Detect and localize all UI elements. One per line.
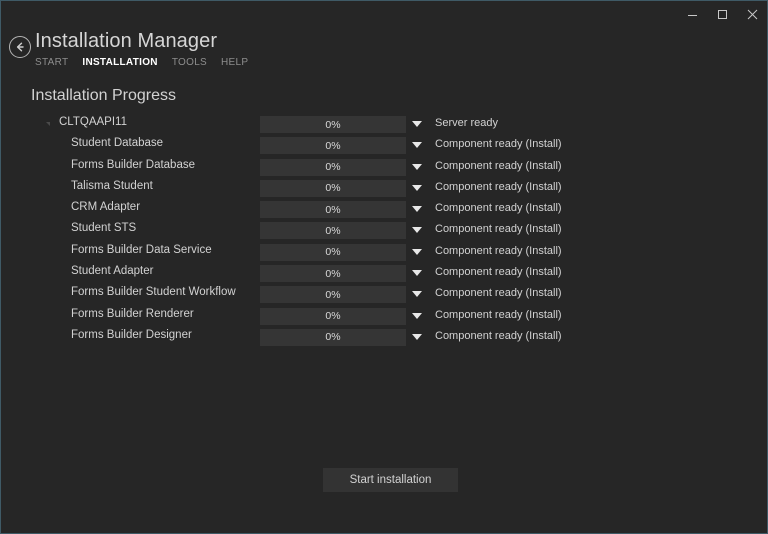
installation-row: Forms Builder Data Service 0% Component re…: [1, 242, 767, 263]
progress-bar: 0%: [260, 137, 406, 155]
row-status: Component ready (Install): [435, 308, 562, 321]
maximize-button[interactable]: [707, 1, 737, 27]
row-status: Component ready (Install): [435, 266, 562, 279]
row-label: Student Database: [71, 137, 164, 150]
row-status: Component ready (Install): [435, 223, 562, 236]
chevron-down-icon[interactable]: [412, 333, 422, 340]
nav-tabs: START INSTALLATION TOOLS HELP: [35, 57, 248, 68]
progress-bar-text: 0%: [325, 224, 341, 237]
chevron-down-icon[interactable]: [412, 312, 422, 319]
progress-bar: 0%: [260, 328, 406, 346]
back-arrow-icon: [16, 42, 24, 52]
installation-row: Forms Builder Student Workflow 0% Componen…: [1, 284, 767, 305]
progress-bar-text: 0%: [325, 246, 341, 259]
row-label: Forms Builder Student Workflow: [71, 286, 236, 299]
row-status: Component ready (Install): [435, 180, 562, 193]
progress-bar: 0%: [260, 265, 406, 283]
tab-installation[interactable]: INSTALLATION: [82, 57, 157, 68]
progress-bar-text: 0%: [325, 161, 341, 174]
back-button[interactable]: [9, 36, 31, 58]
installation-progress-list: CLTQAAPI11 0% Server ready Student Database…: [1, 114, 767, 348]
row-status: Component ready (Install): [435, 159, 562, 172]
progress-bar: 0%: [260, 243, 406, 261]
row-label: Forms Builder Data Service: [71, 243, 212, 256]
progress-bar-text: 0%: [325, 310, 341, 323]
close-icon: [747, 9, 757, 19]
row-status: Server ready: [435, 117, 498, 129]
installation-row: Forms Builder Designer 0% Component ready …: [1, 327, 767, 348]
expander-icon[interactable]: [46, 122, 50, 126]
maximize-icon: [717, 9, 727, 19]
section-title: Installation Progress: [31, 87, 176, 104]
row-label: Forms Builder Designer: [71, 328, 192, 341]
row-status: Component ready (Install): [435, 329, 562, 342]
row-label: CLTQAAPI11: [59, 116, 127, 128]
row-status: Component ready (Install): [435, 244, 562, 257]
row-status: Component ready (Install): [435, 287, 562, 300]
start-installation-button[interactable]: Start installation: [323, 468, 458, 492]
chevron-down-icon[interactable]: [412, 270, 422, 277]
chevron-down-icon[interactable]: [412, 142, 422, 149]
installation-manager-window: Installation Manager START INSTALLATION TO…: [0, 0, 768, 534]
title-bar: [1, 1, 767, 27]
chevron-down-icon[interactable]: [412, 163, 422, 170]
progress-bar: 0%: [260, 286, 406, 304]
page-title: Installation Manager: [35, 30, 218, 52]
row-label: Talisma Student: [71, 179, 153, 192]
row-label: Forms Builder Database: [71, 158, 195, 171]
progress-bar: 0%: [260, 222, 406, 240]
progress-bar: 0%: [260, 179, 406, 197]
installation-row: CLTQAAPI11 0% Server ready: [1, 114, 767, 135]
installation-row: Forms Builder Database 0% Component ready …: [1, 157, 767, 178]
progress-bar-text: 0%: [325, 139, 341, 152]
row-label: Forms Builder Renderer: [71, 307, 194, 320]
app-header: Installation Manager START INSTALLATION TO…: [1, 27, 767, 79]
progress-bar-text: 0%: [325, 267, 341, 280]
minimize-icon: [687, 14, 697, 16]
row-label: Student STS: [71, 222, 137, 235]
progress-bar-text: 0%: [325, 331, 341, 344]
progress-bar: 0%: [260, 201, 406, 219]
row-status: Component ready (Install): [435, 202, 562, 215]
progress-bar-text: 0%: [325, 118, 341, 131]
installation-row: Student STS 0% Component ready (Install): [1, 220, 767, 241]
progress-bar-text: 0%: [325, 288, 341, 301]
installation-row: Talisma Student 0% Component ready (Instal…: [1, 178, 767, 199]
chevron-down-icon[interactable]: [412, 184, 422, 191]
close-button[interactable]: [737, 1, 767, 27]
tab-help[interactable]: HELP: [221, 57, 248, 68]
minimize-button[interactable]: [677, 1, 707, 27]
progress-bar: 0%: [260, 307, 406, 325]
row-label: CRM Adapter: [71, 201, 141, 214]
progress-bar: 0%: [260, 158, 406, 176]
chevron-down-icon[interactable]: [412, 291, 422, 298]
chevron-down-icon[interactable]: [412, 206, 422, 213]
row-label: Student Adapter: [71, 265, 154, 278]
progress-bar-text: 0%: [325, 203, 341, 216]
tab-start[interactable]: START: [35, 57, 68, 68]
installation-row: Forms Builder Renderer 0% Component ready …: [1, 306, 767, 327]
installation-row: Student Adapter 0% Component ready (Instal…: [1, 263, 767, 284]
window-controls: [677, 1, 767, 27]
progress-bar-text: 0%: [325, 182, 341, 195]
progress-bar: 0%: [260, 116, 406, 133]
tab-tools[interactable]: TOOLS: [172, 57, 207, 68]
chevron-down-icon[interactable]: [412, 227, 422, 234]
chevron-down-icon[interactable]: [412, 121, 422, 127]
chevron-down-icon[interactable]: [412, 248, 422, 255]
installation-row: Student Database 0% Component ready (Insta…: [1, 135, 767, 156]
installation-row: CRM Adapter 0% Component ready (Install): [1, 199, 767, 220]
row-status: Component ready (Install): [435, 138, 562, 151]
